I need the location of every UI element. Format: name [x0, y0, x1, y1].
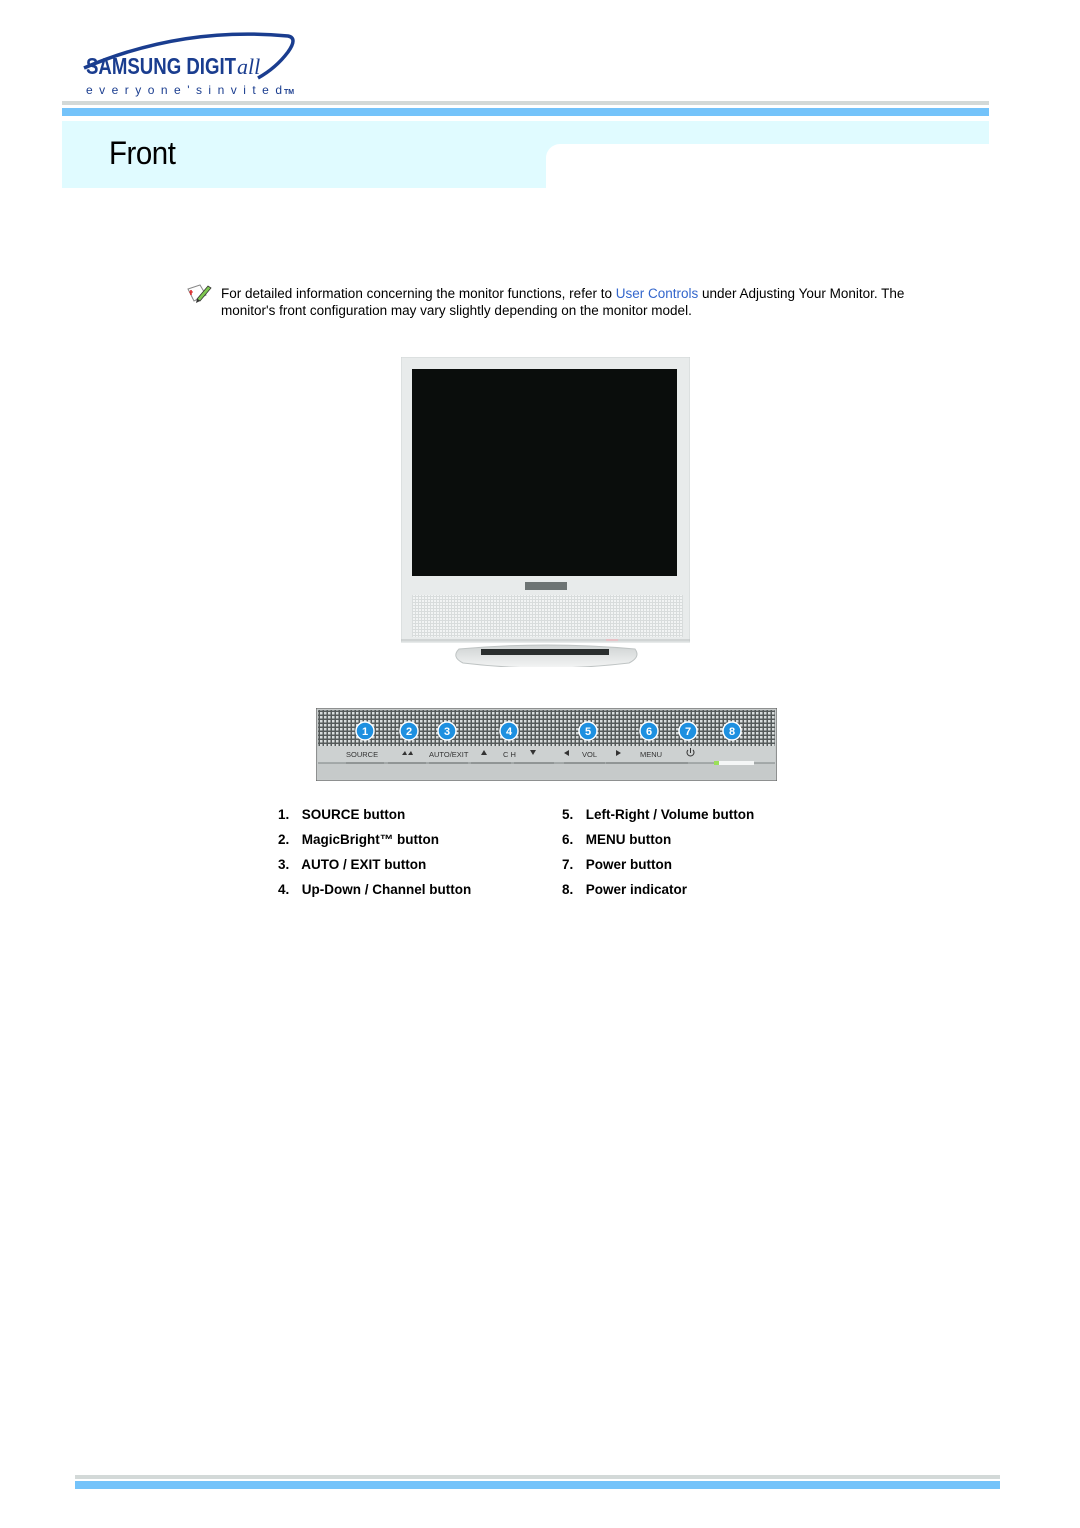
- banner-corner: [546, 144, 560, 158]
- monitor-stand: [455, 644, 638, 667]
- monitor-logo-plate: [525, 582, 567, 590]
- panel-label-auto-exit: AUTO/EXIT: [429, 750, 469, 759]
- note-pencil-icon: [186, 283, 212, 307]
- note-text: For detailed information concerning the …: [221, 285, 911, 319]
- page-title: Front: [109, 135, 176, 171]
- logo-wordmark: SAMSUNG DIGIT: [86, 53, 236, 79]
- callout-badge-4: 4: [499, 721, 519, 741]
- header-divider-gray: [62, 101, 989, 105]
- panel-mesh: [318, 710, 775, 746]
- callout-number: 4: [506, 726, 513, 738]
- monitor-stand-shadow: [481, 649, 609, 655]
- user-controls-link[interactable]: User Controls: [616, 286, 699, 301]
- callout-number: 2: [406, 726, 412, 738]
- control-panel-image: SOURCE AUTO/EXIT C H VOL MENU 1 2 3 4 5 6 7 8: [316, 708, 777, 781]
- logo-tm: TM: [284, 89, 294, 96]
- legend-item: 2. MagicBright™ button: [278, 832, 439, 847]
- callout-number: 1: [362, 726, 368, 738]
- callout-badge-1: 1: [355, 721, 375, 741]
- legend-item: 3. AUTO / EXIT button: [278, 857, 427, 872]
- panel-label-menu: MENU: [640, 750, 662, 759]
- monitor-power-led: [606, 639, 618, 641]
- monitor-screen: [412, 369, 677, 576]
- speaker-grille: [412, 595, 683, 637]
- callout-badge-7: 7: [678, 721, 698, 741]
- power-indicator-led: [714, 761, 719, 765]
- legend-item: 6. MENU button: [562, 832, 672, 847]
- logo-tagline: e v e r y o n e ' s i n v i t e d: [86, 83, 282, 97]
- legend-item: 4. Up-Down / Channel button: [278, 882, 472, 897]
- panel-label-vol: VOL: [582, 750, 597, 759]
- callout-number: 3: [444, 726, 450, 738]
- footer-divider-gray: [75, 1475, 1000, 1479]
- legend-item: 7. Power button: [562, 857, 673, 872]
- title-banner: Front: [62, 121, 989, 188]
- legend-column-right: 5. Left-Right / Volume button 6. MENU bu…: [562, 807, 822, 907]
- callout-number: 6: [646, 726, 652, 738]
- callout-number: 8: [729, 726, 735, 738]
- logo-wordmark-script: all: [237, 54, 260, 79]
- panel-label-ch: C H: [503, 750, 516, 759]
- note-text-before: For detailed information concerning the …: [221, 286, 616, 301]
- logo-graphic: SAMSUNG DIGIT all e v e r y o n e ' s i …: [83, 32, 295, 97]
- callout-badge-8: 8: [722, 721, 742, 741]
- callout-badge-2: 2: [399, 721, 419, 741]
- samsung-digitall-logo: SAMSUNG DIGIT all e v e r y o n e ' s i …: [62, 28, 302, 100]
- footer-divider-blue: [75, 1481, 1000, 1489]
- callout-badge-5: 5: [578, 721, 598, 741]
- banner-right-strip: [546, 121, 989, 144]
- legend-item: 8. Power indicator: [562, 882, 688, 897]
- callout-badge-3: 3: [437, 721, 457, 741]
- header-divider-blue: [62, 108, 989, 116]
- legend-column-left: 1. SOURCE button 2. MagicBright™ button …: [278, 807, 538, 907]
- callout-number: 5: [585, 726, 591, 738]
- legend-item: 5. Left-Right / Volume button: [562, 807, 755, 822]
- callout-badge-6: 6: [639, 721, 659, 741]
- legend-item: 1. SOURCE button: [278, 807, 406, 822]
- monitor-front-image: [401, 357, 690, 667]
- panel-label-source: SOURCE: [346, 750, 378, 759]
- callout-number: 7: [685, 726, 691, 738]
